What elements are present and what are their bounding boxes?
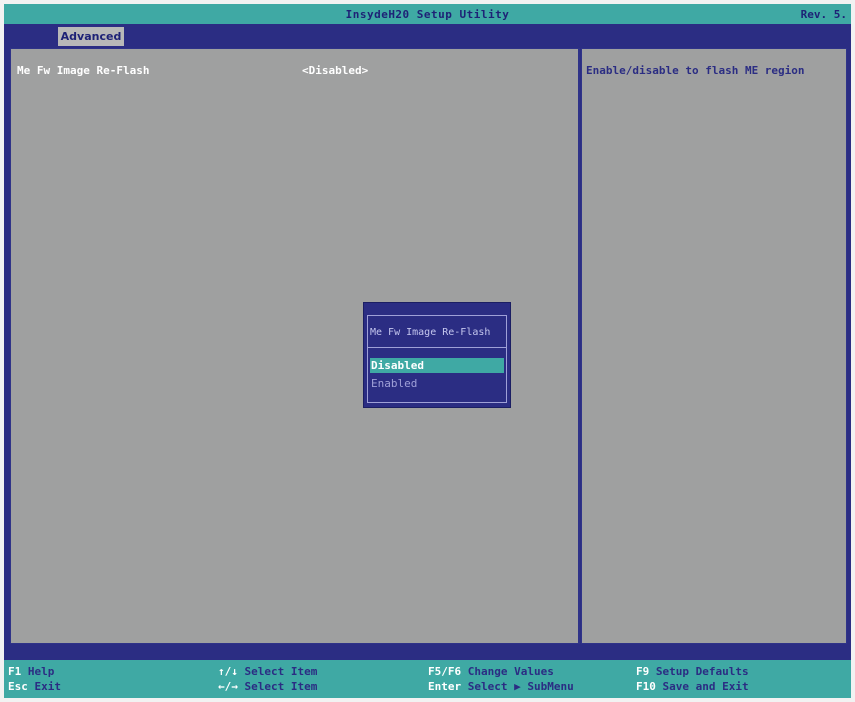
menu-bar: Advanced <box>4 24 851 46</box>
hint-desc: Help <box>27 665 55 678</box>
hint-select-item-horizontal[interactable]: ←/→ Select Item <box>218 680 317 693</box>
hint-key: F9 <box>636 665 650 678</box>
hint-change-values[interactable]: F5/F6 Change Values <box>428 665 554 678</box>
hint-key: F10 <box>636 680 656 693</box>
dialog-frame: Me Fw Image Re-Flash Disabled Enabled <box>367 315 507 403</box>
hint-setup-defaults[interactable]: F9 Setup Defaults <box>636 665 749 678</box>
setting-me-fw-image-reflash[interactable]: Me Fw Image Re-Flash <Disabled> <box>17 64 567 80</box>
dialog-divider <box>368 347 506 348</box>
option-disabled[interactable]: Disabled <box>370 358 504 373</box>
tab-advanced[interactable]: Advanced <box>58 27 124 46</box>
hint-select-submenu[interactable]: Enter Select ▶ SubMenu <box>428 680 574 693</box>
hint-desc: Exit <box>34 680 62 693</box>
hint-key: Esc <box>8 680 28 693</box>
hint-desc: Select Item <box>244 680 318 693</box>
hint-save-exit[interactable]: F10 Save and Exit <box>636 680 749 693</box>
window-title: InsydeH20 Setup Utility <box>345 8 510 21</box>
revision-label: Rev. 5. <box>800 8 847 21</box>
option-enabled[interactable]: Enabled <box>370 376 504 391</box>
setting-label: Me Fw Image Re-Flash <box>17 64 150 77</box>
hint-key: F5/F6 <box>428 665 462 678</box>
hint-key: ↑/↓ <box>218 665 238 678</box>
hint-select-item-vertical[interactable]: ↑/↓ Select Item <box>218 665 317 678</box>
hint-desc: Change Values <box>467 665 554 678</box>
title-bar: InsydeH20 Setup Utility Rev. 5. <box>4 4 851 24</box>
help-panel: Enable/disable to flash ME region <box>581 48 847 644</box>
hint-key: Enter <box>428 680 462 693</box>
dialog-title: Me Fw Image Re-Flash <box>370 327 491 338</box>
hint-key: ←/→ <box>218 680 238 693</box>
option-dialog: Me Fw Image Re-Flash Disabled Enabled <box>363 302 511 408</box>
hint-desc: Setup Defaults <box>655 665 749 678</box>
hint-exit[interactable]: Esc Exit <box>8 680 61 693</box>
hint-desc: Save and Exit <box>662 680 749 693</box>
hint-desc: Select Item <box>244 665 318 678</box>
hint-help[interactable]: F1 Help <box>8 665 54 678</box>
hint-key: F1 <box>8 665 22 678</box>
bios-screen: InsydeH20 Setup Utility Rev. 5. Advanced… <box>4 4 851 698</box>
help-text: Enable/disable to flash ME region <box>586 64 805 77</box>
setting-value[interactable]: <Disabled> <box>302 64 368 77</box>
key-hint-bar: F1 Help Esc Exit ↑/↓ Select Item ←/→ Sel… <box>4 660 851 698</box>
hint-desc: Select ▶ SubMenu <box>467 680 574 693</box>
